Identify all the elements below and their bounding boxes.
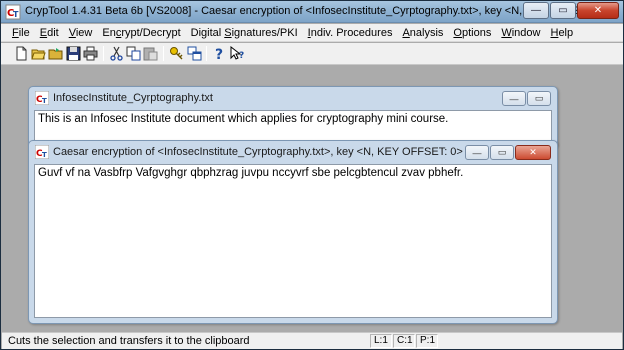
menu-digital-signatures[interactable]: Digital Signatures/PKI bbox=[186, 25, 303, 41]
close-button[interactable]: ✕ bbox=[515, 145, 551, 160]
copy-icon[interactable] bbox=[125, 45, 142, 62]
document-title-bar[interactable]: C T InfosecInstitute_Cyrptography.txt — … bbox=[29, 87, 557, 110]
minimize-button[interactable]: — bbox=[523, 2, 549, 19]
status-bar: Cuts the selection and transfers it to t… bbox=[2, 332, 622, 349]
toolbar-separator bbox=[206, 46, 207, 61]
menu-options[interactable]: Options bbox=[448, 25, 496, 41]
status-line: L:1 bbox=[370, 334, 392, 348]
open-folder-icon[interactable] bbox=[47, 45, 64, 62]
cryptool-logo-icon: C T bbox=[5, 4, 21, 20]
menu-view[interactable]: View bbox=[64, 25, 98, 41]
status-position: P:1 bbox=[416, 334, 438, 348]
save-icon[interactable] bbox=[65, 45, 82, 62]
status-column: C:1 bbox=[393, 334, 415, 348]
maximize-icon: ▭ bbox=[534, 93, 544, 103]
menu-file[interactable]: File bbox=[7, 25, 35, 41]
cryptool-logo-icon: C T bbox=[35, 145, 49, 159]
status-message: Cuts the selection and transfers it to t… bbox=[8, 335, 250, 347]
svg-text:T: T bbox=[13, 10, 19, 19]
document-title-bar[interactable]: C T Caesar encryption of <InfosecInstitu… bbox=[29, 141, 557, 164]
open-file-icon[interactable] bbox=[30, 45, 47, 62]
maximize-button[interactable]: ▭ bbox=[490, 145, 514, 160]
cryptool-logo-icon: C T bbox=[35, 91, 49, 105]
window-arrange-icon[interactable] bbox=[186, 45, 203, 62]
key-icon[interactable] bbox=[168, 45, 185, 62]
close-icon: ✕ bbox=[529, 147, 537, 157]
minimize-icon: — bbox=[472, 147, 482, 158]
svg-text:T: T bbox=[42, 97, 47, 105]
maximize-button[interactable]: ▭ bbox=[550, 2, 576, 19]
close-button[interactable]: ✕ bbox=[577, 2, 619, 19]
maximize-icon: ▭ bbox=[558, 5, 568, 16]
svg-text:?: ? bbox=[215, 47, 223, 61]
document-window-ciphertext[interactable]: C T Caesar encryption of <InfosecInstitu… bbox=[28, 140, 558, 324]
menu-indiv-procedures[interactable]: Indiv. Procedures bbox=[303, 25, 398, 41]
menu-encrypt-decrypt[interactable]: Encrypt/Decrypt bbox=[97, 25, 185, 41]
close-icon: ✕ bbox=[593, 5, 603, 16]
cut-icon[interactable] bbox=[108, 45, 125, 62]
print-icon[interactable] bbox=[82, 45, 99, 62]
document-text-area[interactable]: Guvf vf na Vasbfrp Vafgvghgr qbphzrag ju… bbox=[34, 164, 552, 318]
document-text-area[interactable]: This is an Infosec Institute document wh… bbox=[34, 110, 552, 142]
document-window-plaintext[interactable]: C T InfosecInstitute_Cyrptography.txt — … bbox=[28, 86, 558, 148]
mdi-workspace: C T InfosecInstitute_Cyrptography.txt — … bbox=[2, 66, 622, 331]
minimize-icon: — bbox=[509, 93, 519, 104]
maximize-icon: ▭ bbox=[497, 147, 507, 157]
maximize-button[interactable]: ▭ bbox=[527, 91, 551, 106]
svg-text:?: ? bbox=[239, 51, 244, 61]
menu-help[interactable]: Help bbox=[545, 25, 578, 41]
title-bar[interactable]: C T CrypTool 1.4.31 Beta 6b [VS2008] - C… bbox=[1, 1, 623, 23]
minimize-button[interactable]: — bbox=[465, 145, 489, 160]
svg-text:T: T bbox=[42, 151, 47, 159]
toolbar: ? ? bbox=[1, 43, 623, 65]
document-title: InfosecInstitute_Cyrptography.txt bbox=[53, 92, 213, 104]
toolbar-separator bbox=[103, 46, 104, 61]
context-help-icon[interactable]: ? bbox=[229, 45, 246, 62]
minimize-icon: — bbox=[531, 5, 541, 16]
help-icon[interactable]: ? bbox=[211, 45, 228, 62]
app-window: C T CrypTool 1.4.31 Beta 6b [VS2008] - C… bbox=[0, 0, 624, 350]
new-file-icon[interactable] bbox=[13, 45, 30, 62]
menu-analysis[interactable]: Analysis bbox=[397, 25, 448, 41]
menu-window[interactable]: Window bbox=[496, 25, 545, 41]
document-title: Caesar encryption of <InfosecInstitute_C… bbox=[53, 146, 463, 158]
minimize-button[interactable]: — bbox=[502, 91, 526, 106]
menu-bar: File Edit View Encrypt/Decrypt Digital S… bbox=[1, 24, 623, 42]
menu-edit[interactable]: Edit bbox=[35, 25, 64, 41]
paste-icon[interactable] bbox=[142, 45, 159, 62]
toolbar-separator bbox=[163, 46, 164, 61]
